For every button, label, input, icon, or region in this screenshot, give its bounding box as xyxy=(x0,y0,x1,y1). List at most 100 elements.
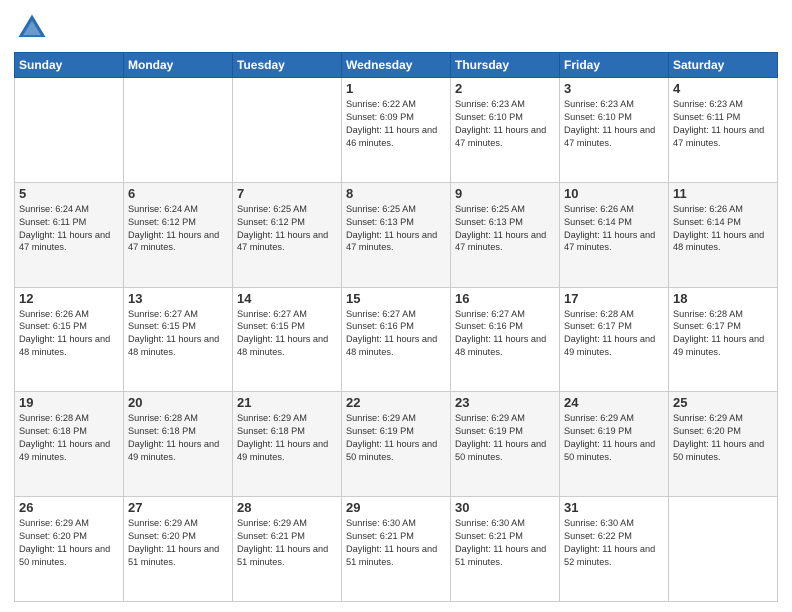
daylight-text: Daylight: 11 hours and 48 minutes. xyxy=(455,334,546,357)
day-number: 3 xyxy=(564,81,664,96)
weekday-header-sunday: Sunday xyxy=(15,53,124,78)
day-number: 27 xyxy=(128,500,228,515)
daylight-text: Daylight: 11 hours and 48 minutes. xyxy=(346,334,437,357)
calendar-cell: 31 Sunrise: 6:30 AM Sunset: 6:22 PM Dayl… xyxy=(560,497,669,602)
day-info: Sunrise: 6:24 AM Sunset: 6:12 PM Dayligh… xyxy=(128,203,228,255)
calendar-cell: 15 Sunrise: 6:27 AM Sunset: 6:16 PM Dayl… xyxy=(342,287,451,392)
day-number: 29 xyxy=(346,500,446,515)
daylight-text: Daylight: 11 hours and 51 minutes. xyxy=(128,544,219,567)
calendar-cell: 13 Sunrise: 6:27 AM Sunset: 6:15 PM Dayl… xyxy=(124,287,233,392)
day-info: Sunrise: 6:28 AM Sunset: 6:18 PM Dayligh… xyxy=(128,412,228,464)
daylight-text: Daylight: 11 hours and 52 minutes. xyxy=(564,544,655,567)
calendar-table: SundayMondayTuesdayWednesdayThursdayFrid… xyxy=(14,52,778,602)
day-info: Sunrise: 6:29 AM Sunset: 6:19 PM Dayligh… xyxy=(455,412,555,464)
day-number: 17 xyxy=(564,291,664,306)
calendar-cell: 30 Sunrise: 6:30 AM Sunset: 6:21 PM Dayl… xyxy=(451,497,560,602)
calendar-week-3: 12 Sunrise: 6:26 AM Sunset: 6:15 PM Dayl… xyxy=(15,287,778,392)
day-number: 5 xyxy=(19,186,119,201)
day-info: Sunrise: 6:24 AM Sunset: 6:11 PM Dayligh… xyxy=(19,203,119,255)
calendar-cell: 17 Sunrise: 6:28 AM Sunset: 6:17 PM Dayl… xyxy=(560,287,669,392)
sunset-text: Sunset: 6:10 PM xyxy=(455,112,523,122)
sunrise-text: Sunrise: 6:23 AM xyxy=(564,99,634,109)
calendar-cell: 1 Sunrise: 6:22 AM Sunset: 6:09 PM Dayli… xyxy=(342,78,451,183)
daylight-text: Daylight: 11 hours and 51 minutes. xyxy=(346,544,437,567)
sunset-text: Sunset: 6:19 PM xyxy=(346,426,414,436)
header xyxy=(14,10,778,46)
sunrise-text: Sunrise: 6:24 AM xyxy=(19,204,89,214)
sunrise-text: Sunrise: 6:25 AM xyxy=(346,204,416,214)
daylight-text: Daylight: 11 hours and 48 minutes. xyxy=(128,334,219,357)
calendar-cell: 28 Sunrise: 6:29 AM Sunset: 6:21 PM Dayl… xyxy=(233,497,342,602)
day-info: Sunrise: 6:30 AM Sunset: 6:21 PM Dayligh… xyxy=(346,517,446,569)
sunset-text: Sunset: 6:16 PM xyxy=(346,321,414,331)
sunrise-text: Sunrise: 6:28 AM xyxy=(564,309,634,319)
sunrise-text: Sunrise: 6:30 AM xyxy=(564,518,634,528)
sunset-text: Sunset: 6:21 PM xyxy=(346,531,414,541)
sunset-text: Sunset: 6:17 PM xyxy=(564,321,632,331)
sunset-text: Sunset: 6:12 PM xyxy=(237,217,305,227)
sunset-text: Sunset: 6:19 PM xyxy=(564,426,632,436)
sunset-text: Sunset: 6:22 PM xyxy=(564,531,632,541)
day-number: 8 xyxy=(346,186,446,201)
daylight-text: Daylight: 11 hours and 46 minutes. xyxy=(346,125,437,148)
sunrise-text: Sunrise: 6:27 AM xyxy=(128,309,198,319)
day-number: 1 xyxy=(346,81,446,96)
day-info: Sunrise: 6:23 AM Sunset: 6:10 PM Dayligh… xyxy=(455,98,555,150)
day-info: Sunrise: 6:27 AM Sunset: 6:15 PM Dayligh… xyxy=(237,308,337,360)
weekday-header-tuesday: Tuesday xyxy=(233,53,342,78)
sunset-text: Sunset: 6:14 PM xyxy=(564,217,632,227)
sunset-text: Sunset: 6:11 PM xyxy=(19,217,86,227)
sunrise-text: Sunrise: 6:26 AM xyxy=(673,204,743,214)
day-info: Sunrise: 6:29 AM Sunset: 6:20 PM Dayligh… xyxy=(673,412,773,464)
sunset-text: Sunset: 6:14 PM xyxy=(673,217,741,227)
day-number: 20 xyxy=(128,395,228,410)
sunrise-text: Sunrise: 6:30 AM xyxy=(455,518,525,528)
calendar-cell xyxy=(669,497,778,602)
sunset-text: Sunset: 6:21 PM xyxy=(455,531,523,541)
day-info: Sunrise: 6:22 AM Sunset: 6:09 PM Dayligh… xyxy=(346,98,446,150)
day-info: Sunrise: 6:30 AM Sunset: 6:22 PM Dayligh… xyxy=(564,517,664,569)
sunrise-text: Sunrise: 6:29 AM xyxy=(237,413,307,423)
daylight-text: Daylight: 11 hours and 49 minutes. xyxy=(128,439,219,462)
calendar-cell: 25 Sunrise: 6:29 AM Sunset: 6:20 PM Dayl… xyxy=(669,392,778,497)
sunset-text: Sunset: 6:11 PM xyxy=(673,112,740,122)
calendar-cell: 14 Sunrise: 6:27 AM Sunset: 6:15 PM Dayl… xyxy=(233,287,342,392)
calendar-cell: 20 Sunrise: 6:28 AM Sunset: 6:18 PM Dayl… xyxy=(124,392,233,497)
sunrise-text: Sunrise: 6:30 AM xyxy=(346,518,416,528)
sunset-text: Sunset: 6:18 PM xyxy=(128,426,196,436)
daylight-text: Daylight: 11 hours and 47 minutes. xyxy=(564,230,655,253)
calendar-cell: 19 Sunrise: 6:28 AM Sunset: 6:18 PM Dayl… xyxy=(15,392,124,497)
sunrise-text: Sunrise: 6:28 AM xyxy=(128,413,198,423)
daylight-text: Daylight: 11 hours and 48 minutes. xyxy=(237,334,328,357)
calendar-cell xyxy=(233,78,342,183)
day-number: 13 xyxy=(128,291,228,306)
sunrise-text: Sunrise: 6:25 AM xyxy=(237,204,307,214)
calendar-cell: 5 Sunrise: 6:24 AM Sunset: 6:11 PM Dayli… xyxy=(15,182,124,287)
calendar-cell: 22 Sunrise: 6:29 AM Sunset: 6:19 PM Dayl… xyxy=(342,392,451,497)
day-number: 15 xyxy=(346,291,446,306)
sunrise-text: Sunrise: 6:26 AM xyxy=(19,309,89,319)
sunrise-text: Sunrise: 6:23 AM xyxy=(455,99,525,109)
day-number: 16 xyxy=(455,291,555,306)
logo-icon xyxy=(14,10,50,46)
calendar-cell: 10 Sunrise: 6:26 AM Sunset: 6:14 PM Dayl… xyxy=(560,182,669,287)
day-number: 24 xyxy=(564,395,664,410)
calendar-cell: 4 Sunrise: 6:23 AM Sunset: 6:11 PM Dayli… xyxy=(669,78,778,183)
sunrise-text: Sunrise: 6:29 AM xyxy=(128,518,198,528)
day-info: Sunrise: 6:29 AM Sunset: 6:20 PM Dayligh… xyxy=(19,517,119,569)
sunrise-text: Sunrise: 6:29 AM xyxy=(237,518,307,528)
weekday-header-saturday: Saturday xyxy=(669,53,778,78)
calendar-cell: 23 Sunrise: 6:29 AM Sunset: 6:19 PM Dayl… xyxy=(451,392,560,497)
day-info: Sunrise: 6:27 AM Sunset: 6:16 PM Dayligh… xyxy=(455,308,555,360)
calendar-cell: 2 Sunrise: 6:23 AM Sunset: 6:10 PM Dayli… xyxy=(451,78,560,183)
weekday-header-thursday: Thursday xyxy=(451,53,560,78)
sunset-text: Sunset: 6:16 PM xyxy=(455,321,523,331)
daylight-text: Daylight: 11 hours and 47 minutes. xyxy=(673,125,764,148)
sunrise-text: Sunrise: 6:29 AM xyxy=(346,413,416,423)
daylight-text: Daylight: 11 hours and 47 minutes. xyxy=(455,230,546,253)
day-info: Sunrise: 6:26 AM Sunset: 6:14 PM Dayligh… xyxy=(564,203,664,255)
day-number: 23 xyxy=(455,395,555,410)
weekday-header-wednesday: Wednesday xyxy=(342,53,451,78)
daylight-text: Daylight: 11 hours and 51 minutes. xyxy=(237,544,328,567)
calendar-cell: 7 Sunrise: 6:25 AM Sunset: 6:12 PM Dayli… xyxy=(233,182,342,287)
